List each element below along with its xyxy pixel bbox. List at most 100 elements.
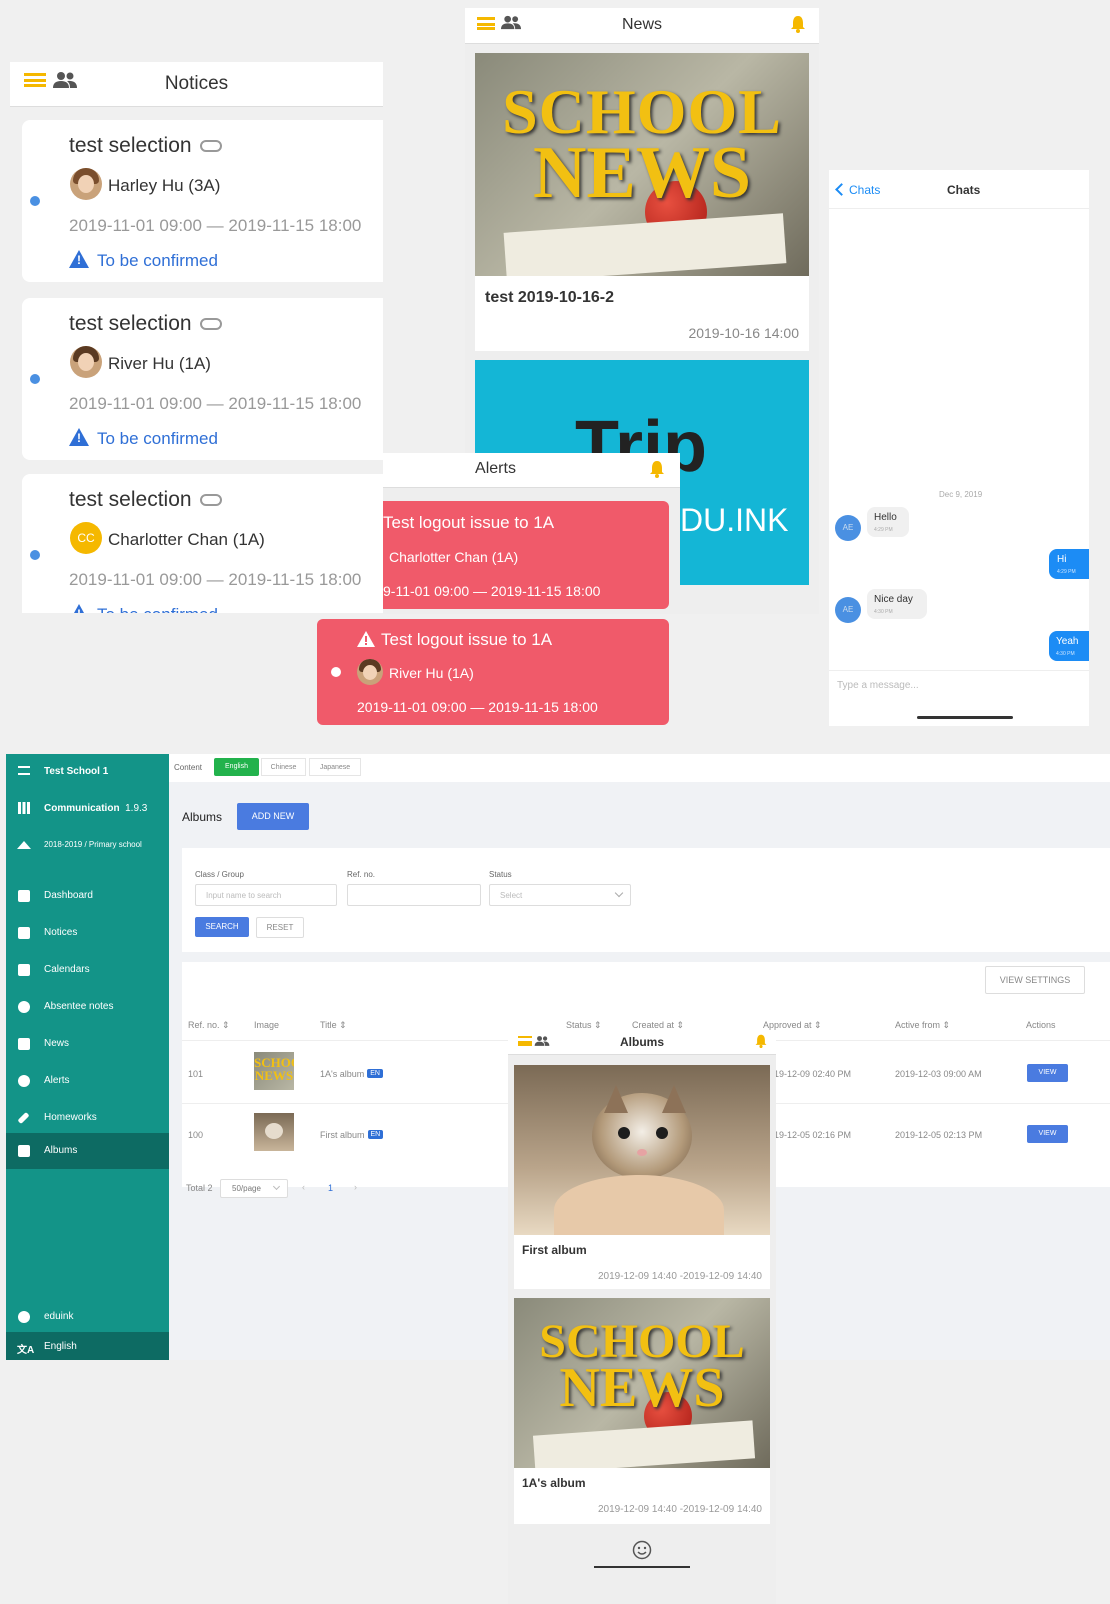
notice-card[interactable]: test selection Harley Hu (3A) 2019-11-01… (22, 120, 383, 282)
tab-chinese[interactable]: Chinese (261, 758, 306, 776)
menu-icon (18, 766, 30, 775)
smiley-icon (632, 1540, 652, 1560)
view-button[interactable]: VIEW (1027, 1125, 1068, 1143)
column-header-title[interactable]: Title ⇕ (320, 1020, 347, 1031)
column-header-actions: Actions (1026, 1020, 1056, 1030)
alerts-header: Alerts (383, 453, 680, 488)
sidebar-year[interactable]: 2018-2019 / Primary school (6, 828, 169, 865)
page-title: Notices (164, 73, 229, 94)
unread-dot (30, 374, 40, 384)
alerts-screen: Alerts Test logout issue to 1A Charlotte… (383, 453, 680, 614)
news-image: SCHOOL NEWS (475, 53, 809, 276)
avatar (70, 168, 102, 200)
warning-icon (69, 604, 89, 613)
sidebar-item-notices[interactable]: Notices (6, 915, 169, 952)
page-size-select[interactable]: 50/page (220, 1179, 288, 1198)
avatar: CC (70, 522, 102, 554)
album-card[interactable]: SCHOOL NEWS 1A's album 2019-12-09 14:40 … (514, 1298, 770, 1524)
content-label: Content (174, 763, 203, 772)
status-text: To be confirmed (97, 429, 218, 448)
album-thumbnail (254, 1113, 294, 1151)
ref-input[interactable] (347, 884, 481, 906)
page-number[interactable]: 1 (328, 1183, 333, 1193)
sidebar-item-alerts[interactable]: Alerts (6, 1063, 169, 1100)
sidebar-item-albums[interactable]: Albums (6, 1133, 169, 1169)
bell-icon[interactable] (789, 15, 807, 33)
column-header-ref[interactable]: Ref. no. ⇕ (188, 1020, 230, 1031)
date-range: 2019-11-01 09:00 — 2019-11-15 18:00 (69, 216, 362, 235)
sidebar-item-absentee-notes[interactable]: Absentee notes (6, 989, 169, 1026)
alert-name: Charlotter Chan (1A) (389, 549, 519, 565)
prev-page-button[interactable]: ‹ (302, 1182, 305, 1192)
alert-card[interactable]: Test logout issue to 1A River Hu (1A) 20… (317, 619, 669, 725)
sidebar-item-news[interactable]: News (6, 1026, 169, 1063)
next-page-button[interactable]: › (354, 1182, 357, 1192)
approved-cell: 19-12-05 02:16 PM (774, 1130, 852, 1140)
alert-name: River Hu (1A) (389, 665, 474, 681)
calendar-icon (18, 964, 30, 976)
search-button[interactable]: SEARCH (195, 917, 249, 937)
notice-card[interactable]: test selection River Hu (1A) 2019-11-01 … (22, 298, 383, 460)
tab-japanese[interactable]: Japanese (309, 758, 361, 776)
view-button[interactable]: VIEW (1027, 1064, 1068, 1082)
message-bubble: Nice day 4:30 PM (867, 589, 927, 619)
unread-dot (30, 550, 40, 560)
notice-title: test selection (69, 488, 192, 511)
news-card[interactable]: SCHOOL NEWS test 2019-10-16-2 2019-10-16… (475, 53, 809, 351)
albums-screen: Albums First album 2019-12-09 14:40 -201… (508, 1030, 776, 1604)
avatar: AE (835, 597, 861, 623)
page-title: Albums (619, 1035, 664, 1049)
message-bubble: Hi 4:29 PM (1049, 549, 1089, 579)
page-title: Chats (947, 183, 981, 197)
warning-icon (69, 250, 89, 268)
filter-panel: Class / Group Input name to search Ref. … (182, 848, 1110, 952)
sidebar-item-calendars[interactable]: Calendars (6, 952, 169, 989)
add-new-button[interactable]: ADD NEW (237, 803, 309, 830)
sidebar-item-homeworks[interactable]: Homeworks (6, 1100, 169, 1137)
sidebar-language[interactable]: 文A English (6, 1332, 169, 1360)
sidebar-user[interactable]: eduink (6, 1299, 169, 1336)
date-range: 2019-11-01 09:00 — 2019-11-15 18:00 (69, 570, 362, 589)
attachment-icon (199, 318, 222, 331)
sidebar-item-dashboard[interactable]: Dashboard (6, 878, 169, 915)
content-language-bar: Content English Chinese Japanese (169, 754, 1110, 782)
message-input[interactable]: Type a message... (837, 680, 919, 691)
avatar: AE (835, 515, 861, 541)
reset-button[interactable]: RESET (256, 917, 304, 938)
back-button[interactable]: Chats (835, 183, 880, 197)
status-select[interactable]: Select (489, 884, 631, 906)
tab-english[interactable]: English (214, 758, 259, 776)
bell-icon[interactable] (648, 460, 666, 478)
albums-header: Albums (508, 1030, 776, 1055)
total-count: Total 2 (186, 1183, 213, 1193)
warning-icon (69, 428, 89, 446)
alert-card[interactable]: Test logout issue to 1A Charlotter Chan … (383, 501, 669, 609)
column-header-active-from[interactable]: Active from ⇕ (895, 1020, 950, 1031)
chats-header: Chats Chats (829, 170, 1089, 209)
page-title: News (621, 16, 662, 33)
student-name: Harley Hu (3A) (108, 176, 221, 195)
title-cell: First album (320, 1130, 365, 1140)
page-title: Alerts (475, 460, 516, 477)
sidebar-module[interactable]: Communication 1.9.3 (6, 791, 169, 828)
avatar (70, 346, 102, 378)
ref-label: Ref. no. (347, 870, 376, 879)
folder-icon (18, 1145, 30, 1157)
grid-icon (18, 802, 30, 814)
class-search-input[interactable]: Input name to search (195, 884, 337, 906)
album-card[interactable]: First album 2019-12-09 14:40 -2019-12-09… (514, 1065, 770, 1289)
student-name: Charlotter Chan (1A) (108, 530, 265, 549)
class-label: Class / Group (195, 870, 244, 879)
album-dates: 2019-12-09 14:40 -2019-12-09 14:40 (597, 1271, 762, 1282)
avatar (357, 659, 383, 685)
home-indicator (594, 1566, 690, 1568)
sidebar-school[interactable]: Test School 1 (6, 754, 169, 791)
notice-card[interactable]: test selection CC Charlotter Chan (1A) 2… (22, 474, 383, 613)
notices-header: Notices (10, 62, 383, 107)
view-settings-button[interactable]: VIEW SETTINGS (985, 966, 1085, 994)
album-thumbnail: SCHOOLNEWS (254, 1052, 294, 1090)
status-text: To be confirmed (97, 251, 218, 270)
bell-icon[interactable] (754, 1034, 768, 1048)
alert-dates: 9-11-01 09:00 — 2019-11-15 18:00 (383, 583, 601, 599)
chevron-down-icon (272, 1182, 281, 1191)
